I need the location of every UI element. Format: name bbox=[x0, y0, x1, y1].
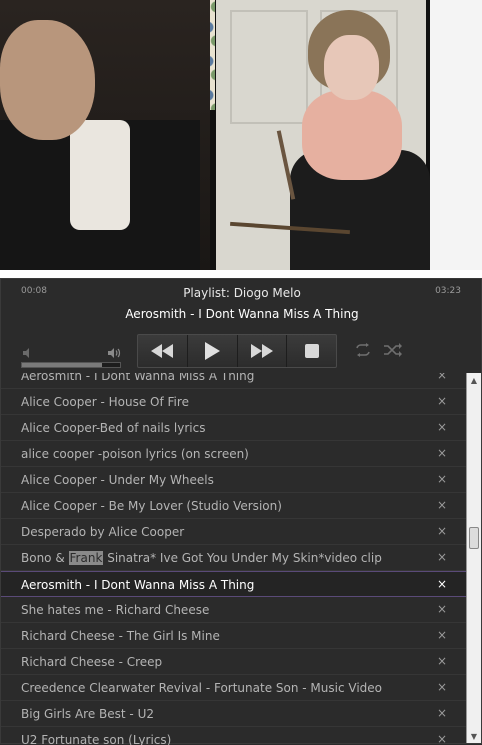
playlist-item-partial-top[interactable]: Aerosmith - I Dont Wanna Miss A Thing × bbox=[1, 373, 467, 389]
remove-item-icon[interactable]: × bbox=[437, 654, 447, 668]
video-person-left bbox=[0, 0, 210, 270]
playlist-item-title: Richard Cheese - The Girl Is Mine bbox=[21, 629, 220, 643]
playlist-item[interactable]: Richard Cheese - Creep × bbox=[1, 649, 467, 675]
video-player[interactable] bbox=[0, 0, 482, 270]
remove-item-icon[interactable]: × bbox=[437, 706, 447, 720]
playlist-item-partial-bottom[interactable]: U2 Fortunate son (Lyrics) × bbox=[1, 727, 467, 745]
playlist-item-active[interactable]: Aerosmith - I Dont Wanna Miss A Thing × bbox=[1, 571, 467, 597]
volume-low-icon[interactable] bbox=[21, 347, 33, 359]
playlist-item[interactable]: Creedence Clearwater Revival - Fortunate… bbox=[1, 675, 467, 701]
playlist-item[interactable]: Desperado by Alice Cooper × bbox=[1, 519, 467, 545]
playlist-item-title: Richard Cheese - Creep bbox=[21, 655, 163, 669]
remove-item-icon[interactable]: × bbox=[437, 524, 447, 538]
playlist-item-title: Creedence Clearwater Revival - Fortunate… bbox=[21, 681, 382, 695]
remove-item-icon[interactable]: × bbox=[437, 420, 447, 434]
now-playing-title: Aerosmith - I Dont Wanna Miss A Thing bbox=[125, 307, 359, 321]
playlist-item-title: She hates me - Richard Cheese bbox=[21, 603, 210, 617]
playlist-item[interactable]: Alice Cooper - House Of Fire × bbox=[1, 389, 467, 415]
remove-item-icon[interactable]: × bbox=[437, 550, 447, 564]
playlist-item-title: alice cooper -poison lyrics (on screen) bbox=[21, 447, 249, 461]
playlist-item[interactable]: She hates me - Richard Cheese × bbox=[1, 597, 467, 623]
remove-item-icon[interactable]: × bbox=[437, 732, 447, 745]
playlist-item-title: Desperado by Alice Cooper bbox=[21, 525, 185, 539]
remove-item-icon[interactable]: × bbox=[437, 628, 447, 642]
scroll-up-arrow-icon[interactable]: ▲ bbox=[467, 373, 481, 387]
playlist-item-title: U2 Fortunate son (Lyrics) bbox=[21, 733, 172, 745]
search-highlight: Frank bbox=[68, 551, 104, 565]
remove-item-icon[interactable]: × bbox=[437, 394, 447, 408]
fast-forward-icon bbox=[250, 344, 273, 358]
playlist-item[interactable]: Alice Cooper-Bed of nails lyrics × bbox=[1, 415, 467, 441]
stop-button[interactable] bbox=[287, 335, 336, 367]
rewind-button[interactable] bbox=[138, 335, 188, 367]
volume-high-icon[interactable] bbox=[107, 346, 121, 360]
playlist-item-title: Alice Cooper-Bed of nails lyrics bbox=[21, 421, 206, 435]
remove-item-icon[interactable]: × bbox=[437, 373, 447, 382]
playlist: Aerosmith - I Dont Wanna Miss A Thing × … bbox=[1, 373, 467, 745]
video-window bbox=[430, 0, 482, 270]
playlist-item-title: Aerosmith - I Dont Wanna Miss A Thing bbox=[21, 578, 255, 592]
stop-icon bbox=[304, 344, 319, 358]
scrollbar-thumb[interactable] bbox=[469, 527, 479, 549]
playlist-item-title: Alice Cooper - House Of Fire bbox=[21, 395, 189, 409]
play-icon bbox=[205, 342, 221, 360]
playlist-item[interactable]: Alice Cooper - Be My Lover (Studio Versi… bbox=[1, 493, 467, 519]
rewind-icon bbox=[151, 344, 174, 358]
scroll-down-arrow-icon[interactable]: ▼ bbox=[467, 729, 481, 743]
playlist-item-title: Aerosmith - I Dont Wanna Miss A Thing bbox=[21, 373, 255, 383]
repeat-icon[interactable] bbox=[353, 343, 373, 357]
remove-item-icon[interactable]: × bbox=[437, 472, 447, 486]
playlist-item-title: Alice Cooper - Be My Lover (Studio Versi… bbox=[21, 499, 282, 513]
playlist-title: Playlist: Diogo Melo bbox=[183, 286, 301, 300]
music-player-panel: 00:08 03:23 Playlist: Diogo Melo Aerosmi… bbox=[0, 278, 482, 745]
shuffle-icon[interactable] bbox=[383, 343, 403, 357]
playlist-item-title: Bono & Frank Sinatra* Ive Got You Under … bbox=[21, 551, 382, 565]
playlist-item[interactable]: Richard Cheese - The Girl Is Mine × bbox=[1, 623, 467, 649]
remove-item-icon[interactable]: × bbox=[437, 498, 447, 512]
remove-item-icon[interactable]: × bbox=[437, 577, 447, 591]
volume-slider-fill bbox=[22, 363, 103, 367]
playlist-item-title: Big Girls Are Best - U2 bbox=[21, 707, 154, 721]
transport-controls bbox=[137, 334, 337, 368]
playlist-item[interactable]: Bono & Frank Sinatra* Ive Got You Under … bbox=[1, 545, 467, 571]
play-button[interactable] bbox=[188, 335, 238, 367]
playlist-scrollbar[interactable]: ▲ ▼ bbox=[466, 373, 481, 743]
video-divider bbox=[0, 270, 482, 278]
playlist-item[interactable]: Big Girls Are Best - U2 × bbox=[1, 701, 467, 727]
fast-forward-button[interactable] bbox=[238, 335, 288, 367]
volume-slider[interactable] bbox=[21, 362, 121, 368]
remove-item-icon[interactable]: × bbox=[437, 446, 447, 460]
remove-item-icon[interactable]: × bbox=[437, 680, 447, 694]
playlist-item[interactable]: alice cooper -poison lyrics (on screen) … bbox=[1, 441, 467, 467]
playlist-item[interactable]: Alice Cooper - Under My Wheels × bbox=[1, 467, 467, 493]
playlist-item-title: Alice Cooper - Under My Wheels bbox=[21, 473, 214, 487]
remove-item-icon[interactable]: × bbox=[437, 602, 447, 616]
